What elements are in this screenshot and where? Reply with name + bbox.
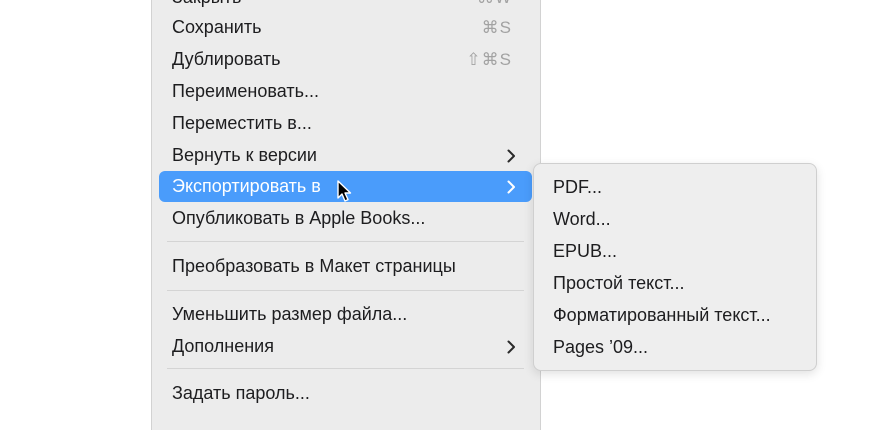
menu-item-duplicate-label: Дублировать [172, 49, 281, 69]
export-pdf-label: PDF... [553, 177, 603, 197]
export-word[interactable]: Word... [540, 204, 810, 235]
menu-item-convert-page-layout-label: Преобразовать в Макет страницы [172, 256, 456, 276]
export-submenu: PDF... Word... EPUB... Простой текст... … [533, 163, 817, 371]
menu-item-revert-to-label: Вернуть к версии [172, 145, 317, 165]
menu-item-reduce-file-size[interactable]: Уменьшить размер файла... [159, 299, 532, 330]
menu-item-advanced[interactable]: Дополнения [159, 331, 532, 362]
menu-item-reduce-file-size-label: Уменьшить размер файла... [172, 304, 408, 324]
menu-item-revert-to[interactable]: Вернуть к версии [159, 140, 532, 171]
menu-item-publish-apple-books[interactable]: Опубликовать в Apple Books... [159, 203, 532, 234]
export-epub[interactable]: EPUB... [540, 236, 810, 267]
chevron-right-icon [505, 140, 519, 171]
chevron-right-icon [505, 331, 519, 362]
menu-item-advanced-label: Дополнения [172, 336, 274, 356]
menu-item-duplicate-shortcut: ⇧⌘S [466, 50, 512, 69]
menu-item-rename[interactable]: Переименовать... [159, 76, 532, 107]
menu-item-move-to-label: Переместить в... [172, 113, 312, 133]
menu-item-duplicate[interactable]: Дублировать ⇧⌘S [159, 44, 532, 75]
menu-item-rename-label: Переименовать... [172, 81, 319, 101]
export-plain-text-label: Простой текст... [553, 273, 685, 293]
menu-item-save-label: Сохранить [172, 17, 262, 37]
menu-separator [167, 241, 524, 242]
menu-item-export-to-label: Экспортировать в [172, 176, 321, 196]
menu-item-convert-page-layout[interactable]: Преобразовать в Макет страницы [159, 251, 532, 282]
menu-item-save[interactable]: Сохранить ⌘S [159, 12, 532, 43]
chevron-right-icon [505, 171, 519, 202]
menu-item-save-shortcut: ⌘S [481, 18, 512, 37]
menu-item-publish-apple-books-label: Опубликовать в Apple Books... [172, 208, 426, 228]
menu-item-move-to[interactable]: Переместить в... [159, 108, 532, 139]
menu-item-set-password-label: Задать пароль... [172, 383, 310, 403]
menu-item-set-password[interactable]: Задать пароль... [159, 378, 532, 409]
export-epub-label: EPUB... [553, 241, 618, 261]
file-menu: Закрыть ⌘W Сохранить ⌘S Дублировать ⇧⌘S … [151, 0, 541, 430]
export-pdf[interactable]: PDF... [540, 172, 810, 203]
export-rich-text-label: Форматированный текст... [553, 305, 771, 325]
menu-separator [167, 368, 524, 369]
export-pages-09-label: Pages ’09... [553, 337, 649, 357]
mouse-cursor-icon [337, 180, 353, 204]
menu-separator [167, 290, 524, 291]
export-word-label: Word... [553, 209, 611, 229]
export-pages-09[interactable]: Pages ’09... [540, 332, 810, 363]
export-plain-text[interactable]: Простой текст... [540, 268, 810, 299]
export-rich-text[interactable]: Форматированный текст... [540, 300, 810, 331]
